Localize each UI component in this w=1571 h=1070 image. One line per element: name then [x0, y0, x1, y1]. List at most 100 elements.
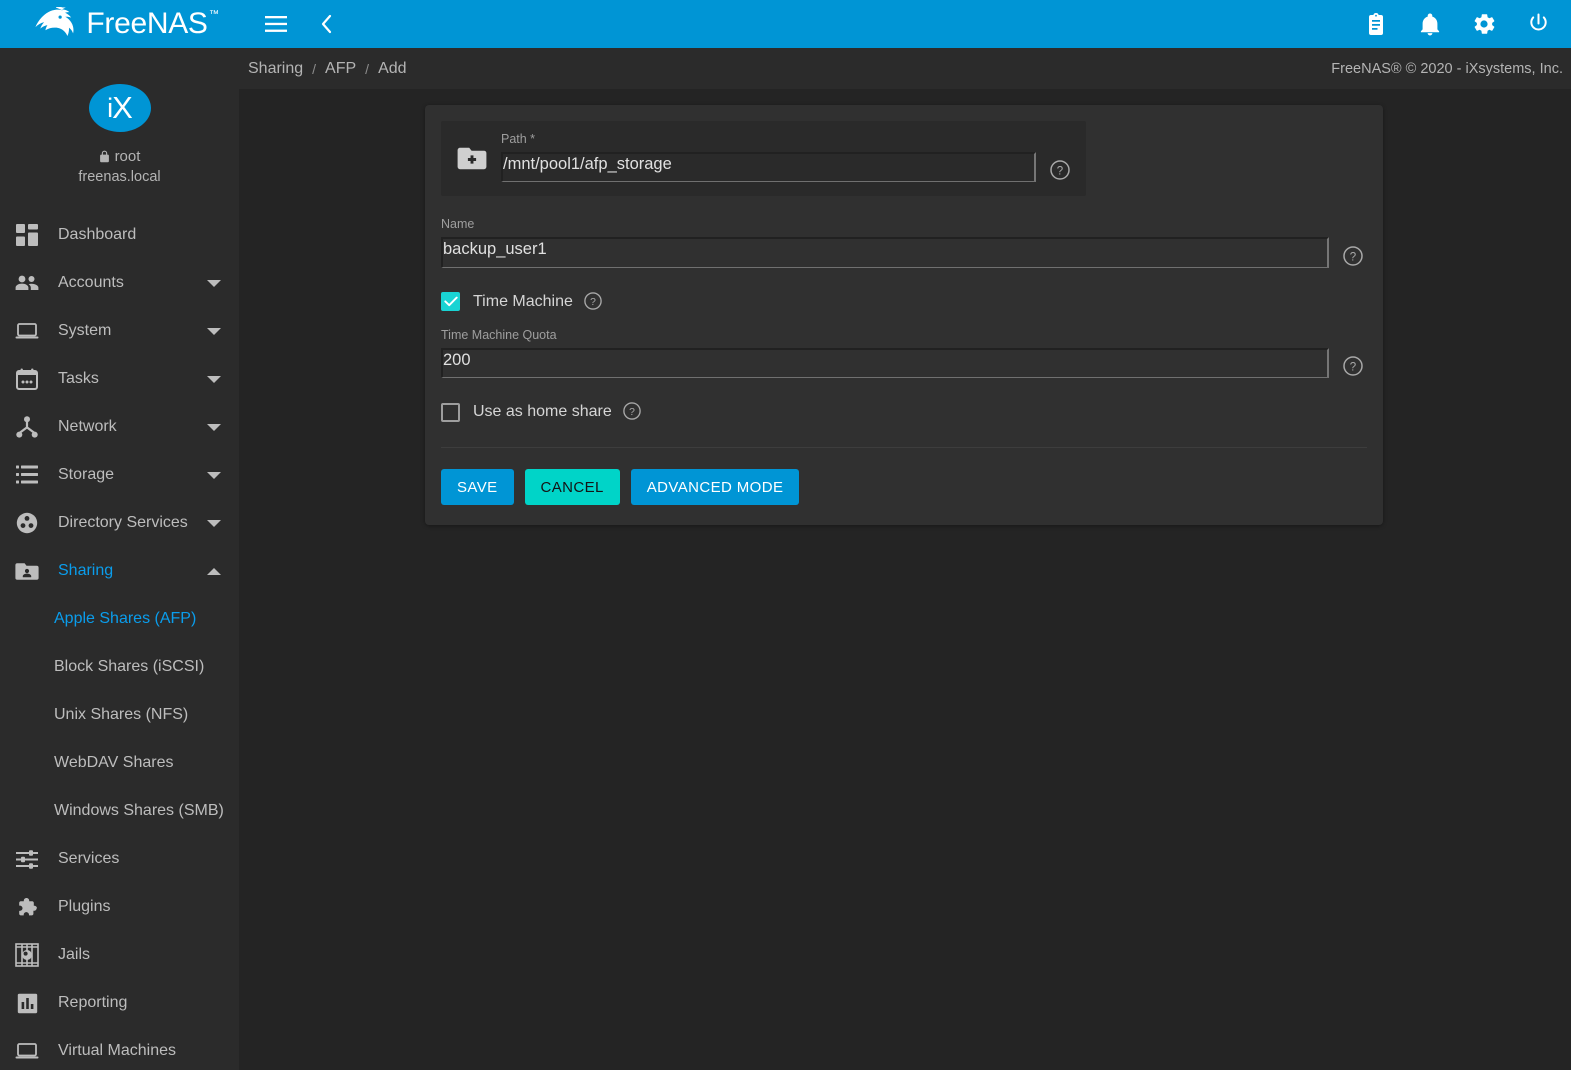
ix-avatar: iX: [89, 84, 151, 132]
breadcrumb-item-0[interactable]: Sharing: [248, 60, 303, 78]
time-machine-quota-field: Time Machine Quota: [441, 329, 1329, 378]
plugins-puzzle-icon: [12, 892, 42, 922]
chevron-left-icon[interactable]: [309, 7, 343, 41]
sidebar-hostname: freenas.local: [78, 169, 160, 185]
virtual-machines-icon: [12, 1036, 42, 1066]
path-input-wrapper: Path * ?: [501, 133, 1070, 182]
svg-text:?: ?: [590, 297, 596, 308]
help-circle-icon[interactable]: ?: [1343, 356, 1363, 376]
chevron-down-icon[interactable]: [207, 424, 221, 431]
sidebar-item-dashboard[interactable]: Dashboard: [0, 211, 239, 259]
sidebar-item-label: Plugins: [58, 898, 239, 916]
freenas-web-ui: FreeNAS™: [0, 0, 1571, 1070]
time-machine-checkbox-row: Time Machine ?: [441, 292, 1367, 312]
name-input[interactable]: [441, 237, 1329, 268]
sidebar-item-sharing[interactable]: Sharing: [0, 547, 239, 595]
breadcrumb-separator: /: [365, 61, 369, 77]
sidebar-item-services[interactable]: Services: [0, 835, 239, 883]
svg-text:?: ?: [1350, 362, 1356, 374]
sidebar-item-reporting[interactable]: Reporting: [0, 979, 239, 1027]
time-machine-label: Time Machine: [473, 293, 573, 311]
home-share-checkbox[interactable]: [441, 403, 460, 422]
storage-list-icon: [12, 460, 42, 490]
sidebar-subitem-label: Apple Shares (AFP): [54, 610, 196, 628]
services-sliders-icon: [12, 844, 42, 874]
brand-logo-area[interactable]: FreeNAS™: [0, 0, 239, 48]
help-circle-icon[interactable]: ?: [1343, 246, 1363, 266]
jails-icon: [12, 940, 42, 970]
save-button[interactable]: SAVE: [441, 469, 514, 505]
sidebar-item-storage[interactable]: Storage: [0, 451, 239, 499]
sidebar-subitem-block-shares-iscsi[interactable]: Block Shares (iSCSI): [0, 643, 239, 691]
sidebar-subitem-webdav-shares[interactable]: WebDAV Shares: [0, 739, 239, 787]
sidebar-subitem-label: Block Shares (iSCSI): [54, 658, 204, 676]
sidebar-item-virtual-machines[interactable]: Virtual Machines: [0, 1027, 239, 1070]
copyright-notice: FreeNAS® © 2020 - iXsystems, Inc.: [1331, 61, 1563, 77]
breadcrumb-separator: /: [312, 61, 316, 77]
sidebar-item-system[interactable]: System: [0, 307, 239, 355]
directory-services-icon: [12, 508, 42, 538]
sidebar-item-label: Services: [58, 850, 239, 868]
chevron-down-icon[interactable]: [207, 376, 221, 383]
help-circle-icon[interactable]: ?: [584, 292, 604, 312]
chevron-down-icon[interactable]: [207, 328, 221, 335]
breadcrumb-item-1[interactable]: AFP: [325, 60, 356, 78]
clipboard-tasks-icon[interactable]: [1359, 7, 1393, 41]
hamburger-menu-icon[interactable]: [259, 7, 293, 41]
sidebar-subitem-label: Windows Shares (SMB): [54, 802, 224, 820]
sidebar-subitem-label: WebDAV Shares: [54, 754, 173, 772]
create-folder-icon[interactable]: [457, 146, 487, 176]
help-circle-icon[interactable]: ?: [623, 402, 643, 422]
sidebar-username: root: [115, 148, 141, 165]
brand-name: FreeNAS™: [86, 9, 207, 39]
top-bar-left-actions: [239, 7, 343, 41]
sidebar-item-label: Sharing: [58, 562, 207, 580]
power-icon[interactable]: [1521, 7, 1555, 41]
tasks-calendar-icon: [12, 364, 42, 394]
bell-notifications-icon[interactable]: [1413, 7, 1447, 41]
path-field-group: Path * ?: [441, 121, 1086, 196]
dashboard-icon: [12, 220, 42, 250]
chevron-down-icon[interactable]: [207, 280, 221, 287]
sidebar-item-label: Virtual Machines: [58, 1042, 239, 1060]
breadcrumb-item-2[interactable]: Add: [378, 60, 406, 78]
sidebar-subitem-label: Unix Shares (NFS): [54, 706, 188, 724]
path-input[interactable]: [501, 152, 1036, 183]
name-field: Name: [441, 218, 1329, 267]
time-machine-checkbox[interactable]: [441, 292, 460, 311]
sidebar-item-label: Reporting: [58, 994, 239, 1012]
chevron-up-icon[interactable]: [207, 568, 221, 575]
time-machine-quota-label: Time Machine Quota: [441, 329, 1329, 343]
accounts-people-icon: [12, 268, 42, 298]
brand-trademark: ™: [209, 10, 219, 20]
home-share-label: Use as home share: [473, 403, 612, 421]
sidebar-nav: Dashboard Accounts System: [0, 211, 239, 1070]
top-bar: FreeNAS™: [0, 0, 1571, 48]
sidebar-item-plugins[interactable]: Plugins: [0, 883, 239, 931]
breadcrumb-bar: Sharing / AFP / Add FreeNAS® © 2020 - iX…: [239, 48, 1571, 89]
help-circle-icon[interactable]: ?: [1050, 160, 1070, 180]
gear-settings-icon[interactable]: [1467, 7, 1501, 41]
top-bar-right-actions: [1359, 0, 1555, 48]
sidebar-item-directory-services[interactable]: Directory Services: [0, 499, 239, 547]
chevron-down-icon[interactable]: [207, 520, 221, 527]
sidebar-item-jails[interactable]: Jails: [0, 931, 239, 979]
sidebar-item-label: Network: [58, 418, 207, 436]
breadcrumb: Sharing / AFP / Add: [239, 60, 407, 78]
sidebar-username-row: root: [99, 148, 141, 165]
sidebar-subitem-apple-shares-afp[interactable]: Apple Shares (AFP): [0, 595, 239, 643]
folder-shared-icon: [12, 556, 42, 586]
sidebar-item-tasks[interactable]: Tasks: [0, 355, 239, 403]
lock-icon: [99, 150, 110, 163]
chevron-down-icon[interactable]: [207, 472, 221, 479]
cancel-button[interactable]: CANCEL: [525, 469, 620, 505]
advanced-mode-button[interactable]: ADVANCED MODE: [631, 469, 800, 505]
sidebar-item-network[interactable]: Network: [0, 403, 239, 451]
time-machine-quota-input[interactable]: [441, 348, 1329, 379]
sidebar-subitem-windows-shares-smb[interactable]: Windows Shares (SMB): [0, 787, 239, 835]
sidebar-item-label: Jails: [58, 946, 239, 964]
sidebar-item-label: Dashboard: [58, 226, 239, 244]
sidebar-item-accounts[interactable]: Accounts: [0, 259, 239, 307]
sidebar-subitem-unix-shares-nfs[interactable]: Unix Shares (NFS): [0, 691, 239, 739]
sidebar-item-label: Tasks: [58, 370, 207, 388]
